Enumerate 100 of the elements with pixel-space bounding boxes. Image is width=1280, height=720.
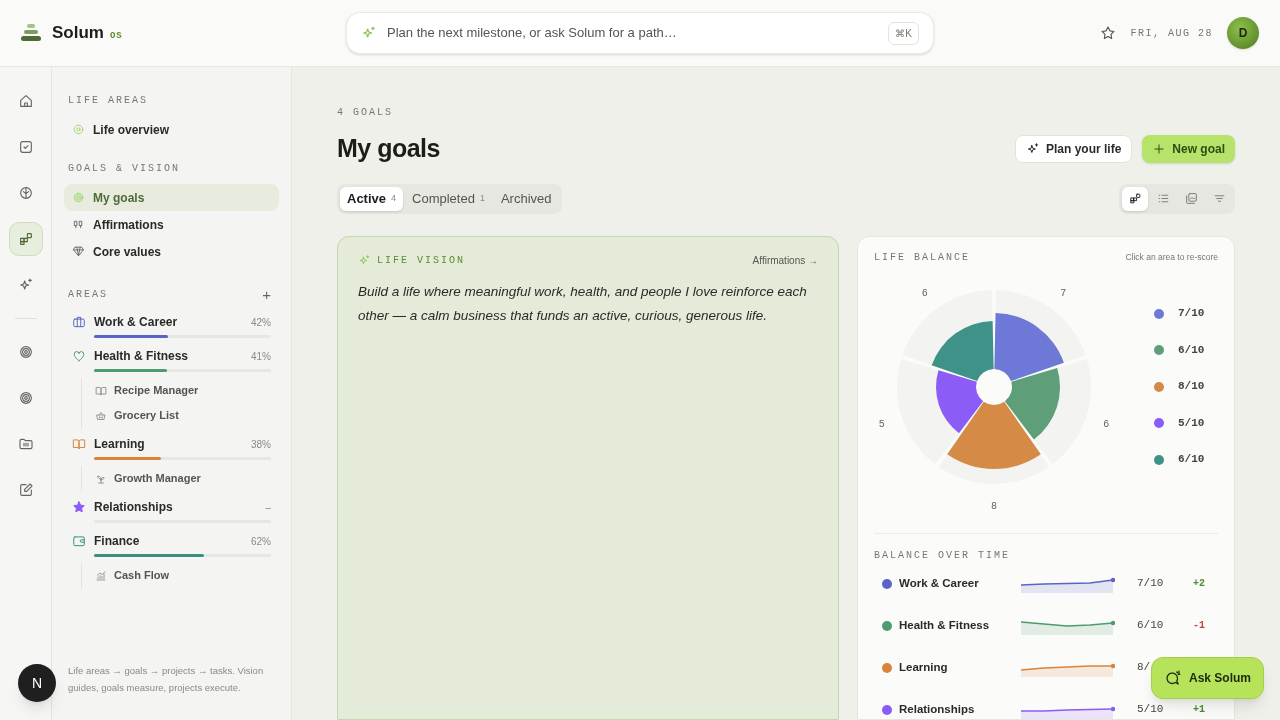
plan-button[interactable]: Plan your life [1014, 134, 1133, 163]
area-name: Relationships [899, 701, 976, 717]
area-percent: 41% [251, 349, 271, 364]
sidebar-footer-note: Life areas → goals → projects → tasks. Vision guides, goals measure, projects execute. [68, 664, 265, 695]
book-icon [95, 384, 107, 397]
rail-button[interactable] [8, 222, 43, 256]
sort-icon [1212, 192, 1226, 205]
star-icon [1100, 25, 1117, 41]
legend-score: 6/10 [1178, 342, 1205, 358]
section-heading: AREAS [67, 288, 108, 302]
plus-icon [1152, 141, 1167, 156]
sparkle-icon [17, 277, 34, 293]
date-label: FRI, AUG 28 [1130, 26, 1213, 41]
legend-score: 8/10 [1178, 379, 1205, 395]
area-percent: 62% [251, 534, 271, 549]
card-heading: LIFE BALANCE [874, 250, 970, 265]
target-icon [17, 390, 34, 406]
book-icon [72, 437, 86, 451]
section-heading: LIFE AREAS [67, 94, 149, 108]
area-name[interactable]: Finance [94, 532, 243, 550]
goal-count: 4 GOALS [337, 106, 394, 120]
chart-slice[interactable] [994, 312, 1064, 381]
score-label: 7 [1060, 287, 1067, 299]
list-icon [1156, 192, 1170, 205]
area-score: 5/10 [1137, 702, 1165, 718]
folder-icon [17, 436, 34, 452]
tab[interactable]: Completed 1 [405, 186, 492, 211]
area-percent: 42% [251, 315, 271, 330]
area-score: 8/ [1137, 660, 1152, 676]
view-toggle[interactable] [1122, 186, 1148, 211]
grid-icon [17, 231, 34, 247]
circle-icon [72, 123, 85, 136]
score-change: -1 [1193, 619, 1205, 633]
shortcut-hint: ⌘K [888, 21, 919, 45]
sparkle-icon [358, 253, 371, 267]
gallery-icon [1184, 192, 1198, 205]
sidebar-item[interactable]: Affirmations [64, 211, 279, 238]
checkbox-icon [17, 139, 34, 155]
avatar[interactable]: D [1227, 17, 1259, 49]
chart-slice[interactable] [947, 401, 1041, 469]
sidebar-subitem[interactable]: Recipe Manager [95, 378, 279, 403]
sidebar-item[interactable]: Life overview [64, 116, 279, 143]
area-name[interactable]: Health & Fitness [94, 347, 243, 365]
ask-solum-button[interactable]: Ask Solum [1151, 657, 1264, 699]
sidebar-item[interactable]: Core values [64, 238, 279, 265]
legend-score: 5/10 [1178, 415, 1205, 431]
score-label: 6 [1103, 418, 1110, 430]
sparkle-icon [1025, 141, 1040, 156]
target-icon [72, 191, 85, 204]
sidebar-item[interactable]: My goals [64, 184, 279, 211]
area-name[interactable]: Relationships [94, 498, 258, 516]
score-label: 8 [991, 500, 997, 512]
vision-statement: Build a life where meaningful work, health, and people I love reinforce each other — a calm business that funds an active, curious, generous life. [358, 282, 808, 325]
legend-score: 7/10 [1178, 306, 1205, 322]
affirmations-link[interactable]: Affirmations → [752, 252, 818, 268]
search-input[interactable]: Plan the next milestone, or ask Solum for a path… [387, 23, 879, 43]
favorite-button[interactable] [1100, 25, 1117, 41]
area-score: 6/10 [1137, 618, 1165, 634]
score-change: +2 [1193, 577, 1205, 591]
card-heading: BALANCE OVER TIME [874, 548, 1012, 563]
chart-slice[interactable] [936, 369, 984, 433]
briefcase-icon [72, 315, 86, 329]
basket-icon [95, 409, 107, 422]
area-name[interactable]: Learning [94, 435, 243, 453]
chart-slice[interactable] [1004, 367, 1060, 440]
rescore-hint: Click an area to re-score [1125, 250, 1218, 264]
home-icon [17, 93, 34, 109]
sidebar-subitem[interactable]: Cash Flow [95, 563, 279, 588]
area-percent: 38% [251, 437, 271, 452]
sidebar-subitem[interactable]: Grocery List [95, 403, 279, 428]
search-field[interactable]: Plan the next milestone, or ask Solum for a path… ⌘K [346, 12, 934, 54]
grid-icon [1128, 192, 1142, 205]
tab[interactable]: Archived [493, 186, 559, 211]
vision-heading: LIFE VISION [377, 253, 465, 268]
heart-icon [72, 349, 86, 363]
section-heading: GOALS & VISION [67, 162, 181, 176]
brand-suffix: OS [109, 30, 123, 44]
area-name: Work & Career [899, 575, 980, 591]
quote-icon [72, 218, 85, 231]
score-label: 5 [878, 418, 885, 430]
brand-name: Solum [52, 22, 104, 45]
add-area-button[interactable]: + [262, 287, 271, 302]
wallet-icon [72, 534, 86, 548]
workspace-button[interactable]: N [18, 664, 56, 702]
chart-slice[interactable] [931, 320, 994, 381]
edit-icon [17, 482, 34, 498]
gem-icon [72, 245, 85, 258]
area-name: Health & Fitness [899, 617, 991, 633]
chart-icon [95, 569, 107, 582]
tab[interactable]: Active 4 [340, 186, 404, 211]
area-percent: – [265, 500, 271, 515]
area-name[interactable]: Work & Career [94, 313, 243, 331]
sparkle-icon [361, 25, 377, 41]
area-score: 7/10 [1137, 576, 1165, 592]
sprout-icon [95, 472, 107, 485]
score-label: 6 [921, 287, 928, 299]
new-goal-button[interactable]: New goal [1142, 134, 1235, 163]
logo-icon [20, 24, 42, 42]
sidebar-subitem[interactable]: Growth Manager [95, 466, 279, 491]
target-icon [17, 344, 34, 360]
